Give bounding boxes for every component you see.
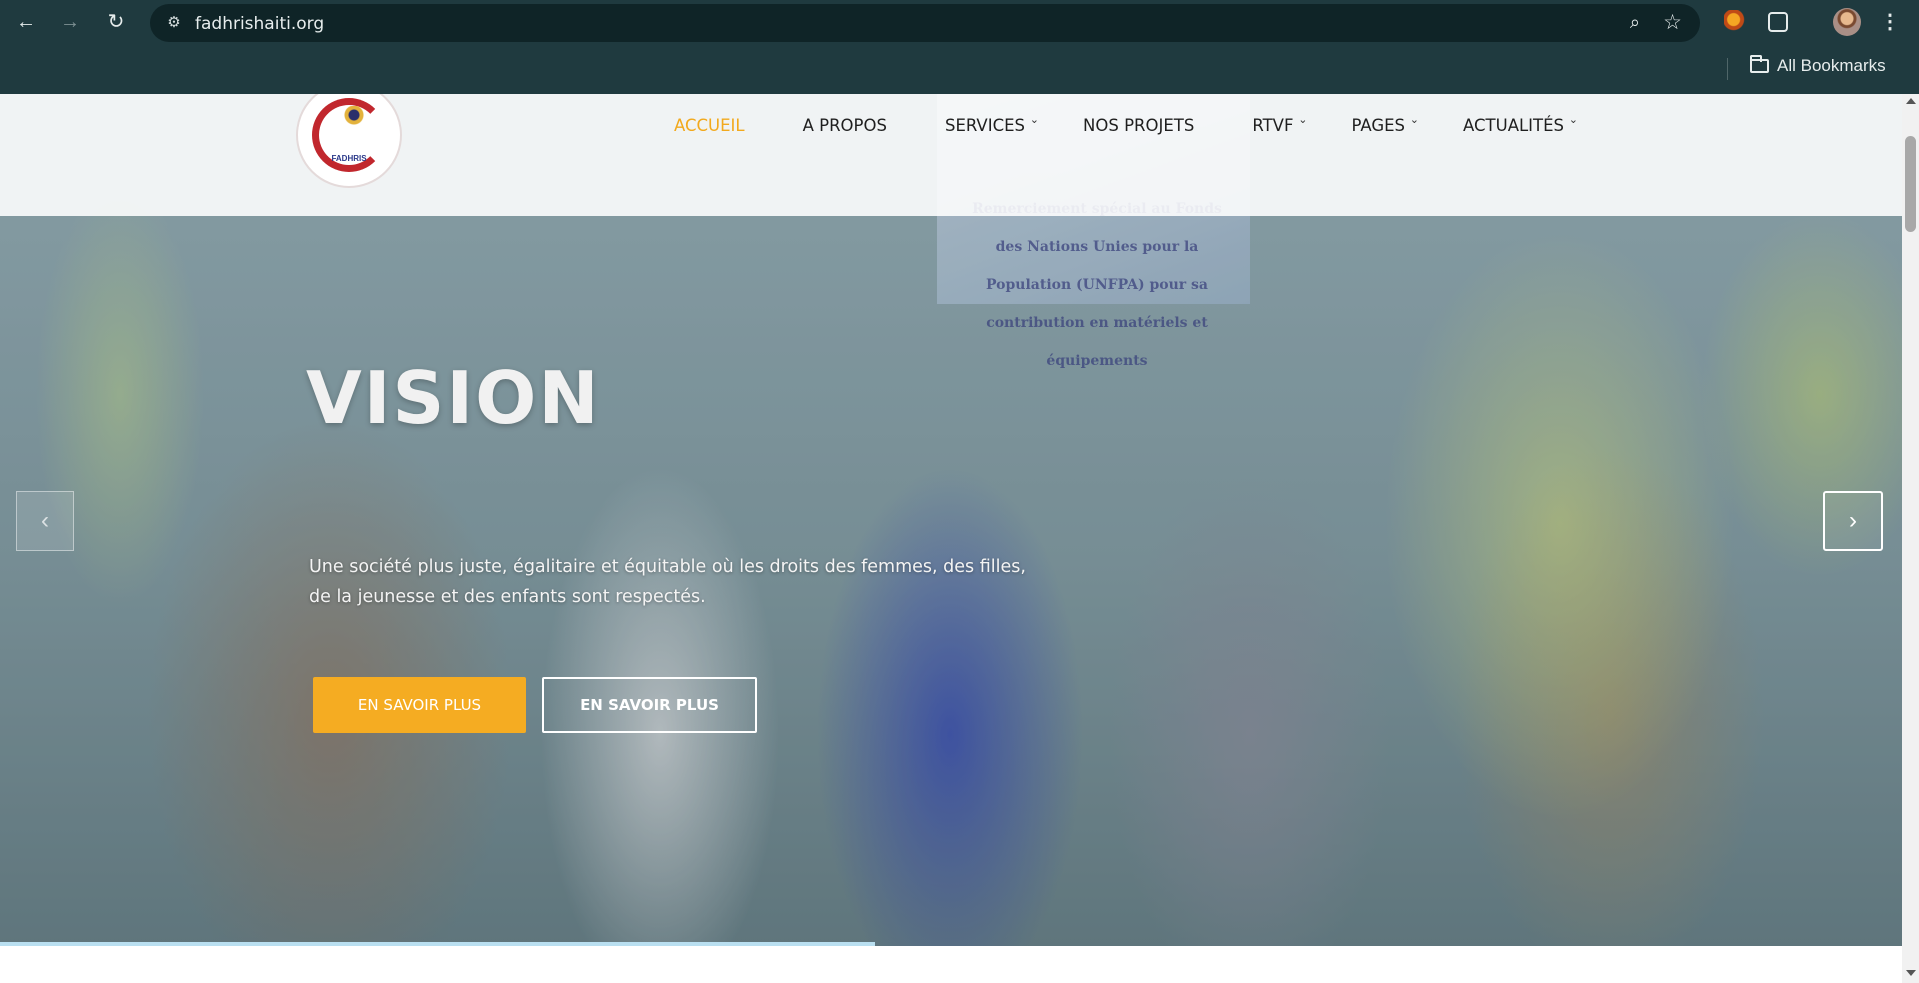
forward-icon[interactable]: → bbox=[58, 10, 82, 34]
chevron-down-icon: ⌄ bbox=[1568, 113, 1579, 126]
back-icon[interactable]: ← bbox=[14, 10, 38, 34]
nav-item-actualites[interactable]: ACTUALITÉS ⌄ bbox=[1463, 113, 1578, 135]
nav-item-accueil[interactable]: ACCUEIL bbox=[674, 116, 745, 135]
bookmarks-separator bbox=[1727, 58, 1728, 80]
all-bookmarks-button[interactable]: All Bookmarks bbox=[1750, 55, 1886, 76]
chevron-down-icon: ⌄ bbox=[1029, 113, 1040, 126]
bookmarks-bar: All Bookmarks bbox=[0, 44, 1919, 94]
slide-description: Une société plus juste, égalitaire et éq… bbox=[309, 557, 1026, 607]
url-text[interactable]: fadhrishaiti.org bbox=[195, 14, 324, 34]
hero-overlay bbox=[0, 94, 1902, 946]
nav-label: A PROPOS bbox=[802, 116, 887, 135]
logo-text: FADHRIS bbox=[331, 154, 367, 163]
nav-item-nos-projets[interactable]: NOS PROJETS bbox=[1083, 116, 1194, 135]
below-fold-section bbox=[0, 946, 1902, 983]
nav-item-services[interactable]: SERVICES ⌄ bbox=[944, 113, 1039, 135]
page-scrollbar[interactable] bbox=[1902, 94, 1919, 983]
site-info-icon[interactable]: ⚙ bbox=[164, 13, 184, 33]
nav-item-pages[interactable]: PAGES ⌄ bbox=[1351, 113, 1419, 135]
nav-item-a-propos[interactable]: A PROPOS bbox=[803, 116, 887, 135]
site-header: FADHRIS ACCUEIL A PROPOS SERVICES ⌄ NOS P… bbox=[0, 94, 1902, 216]
folder-icon bbox=[1750, 55, 1769, 73]
reload-icon[interactable]: ↻ bbox=[104, 10, 128, 34]
scroll-up-arrow[interactable] bbox=[1906, 98, 1916, 104]
all-bookmarks-label: All Bookmarks bbox=[1777, 56, 1886, 75]
nav-label: RTVF bbox=[1252, 116, 1294, 135]
more-menu-icon[interactable]: ⋮ bbox=[1880, 8, 1900, 36]
browser-toolbar: ← → ↻ ⚙ fadhrishaiti.org ⌕ ☆ ⋮ bbox=[0, 0, 1919, 44]
learn-more-button[interactable]: EN SAVOIR PLUS bbox=[313, 677, 526, 733]
page-viewport: Remerciement spécial au Fonds des Nation… bbox=[0, 94, 1902, 983]
slider-next-arrow[interactable]: › bbox=[1823, 491, 1883, 551]
learn-more-outline-button[interactable]: EN SAVOIR PLUS bbox=[542, 677, 757, 733]
nav-label: ACCUEIL bbox=[674, 116, 745, 135]
slider-prev-arrow[interactable]: ‹ bbox=[16, 491, 74, 551]
zoom-icon[interactable]: ⌕ bbox=[1630, 12, 1640, 33]
chevron-down-icon: ⌄ bbox=[1298, 113, 1308, 126]
profile-avatar[interactable] bbox=[1833, 8, 1861, 36]
slide-title: VISION bbox=[306, 356, 601, 440]
scroll-thumb[interactable] bbox=[1905, 136, 1916, 232]
hero-slider: Remerciement spécial au Fonds des Nation… bbox=[0, 94, 1902, 946]
nav-item-rtvf[interactable]: RTVF ⌄ bbox=[1252, 113, 1307, 135]
nav-label: NOS PROJETS bbox=[1083, 116, 1195, 135]
nav-label: SERVICES bbox=[944, 116, 1026, 135]
address-bar[interactable]: ⚙ fadhrishaiti.org ⌕ ☆ bbox=[150, 4, 1700, 42]
site-logo[interactable]: FADHRIS bbox=[296, 94, 402, 188]
logo-mark bbox=[342, 106, 366, 142]
main-nav: ACCUEIL A PROPOS SERVICES ⌄ NOS PROJETS R… bbox=[674, 113, 1622, 135]
extension-icon[interactable] bbox=[1724, 10, 1748, 34]
nav-label: PAGES bbox=[1351, 116, 1406, 135]
nav-label: ACTUALITÉS bbox=[1463, 116, 1565, 135]
star-icon[interactable]: ☆ bbox=[1663, 10, 1682, 35]
puzzle-icon[interactable] bbox=[1768, 12, 1788, 32]
chevron-down-icon: ⌄ bbox=[1409, 113, 1420, 126]
scroll-down-arrow[interactable] bbox=[1906, 970, 1916, 976]
